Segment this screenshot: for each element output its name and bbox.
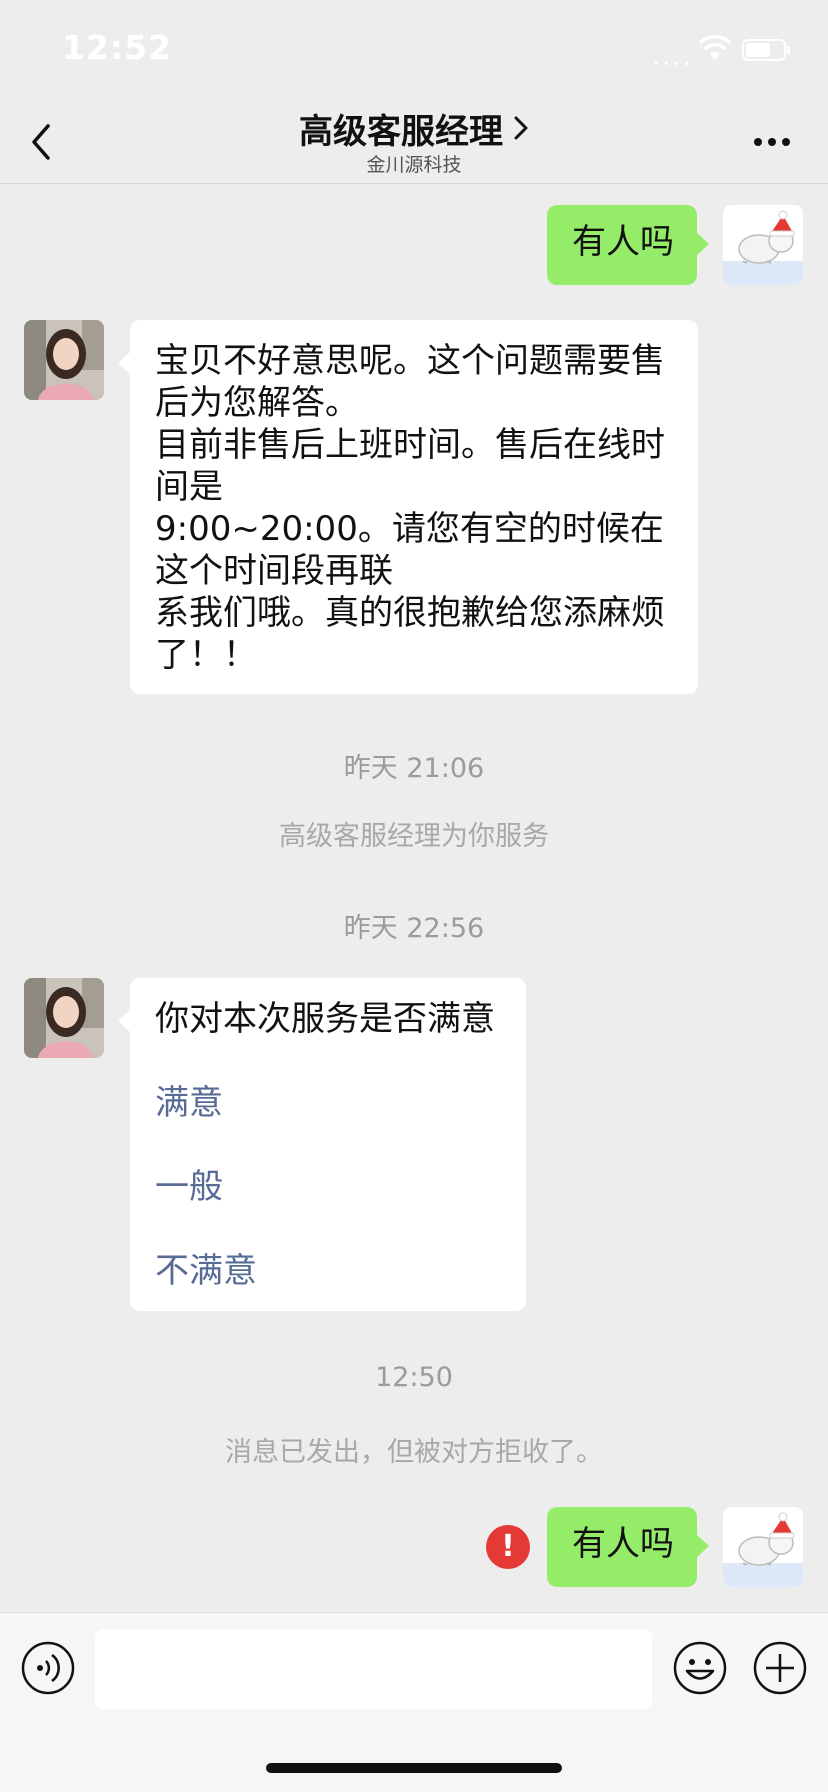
chevron-right-icon xyxy=(514,116,528,140)
message-line: 后为您解答。 xyxy=(155,383,359,423)
error-icon[interactable]: ! xyxy=(486,1525,530,1569)
message-line: 宝贝不好意思呢。这个问题需要售 xyxy=(155,341,665,381)
agent-photo-avatar-icon xyxy=(24,320,104,400)
message-line: 9:00~20:00。请您有空的时候在 xyxy=(155,509,664,549)
survey-option-unsatisfied[interactable]: 不满意 xyxy=(155,1250,501,1292)
chat-subtitle: 金川源科技 xyxy=(366,154,462,176)
nav-bar: 高级客服经理 金川源科技 xyxy=(0,100,828,184)
self-avatar[interactable] xyxy=(723,1507,803,1587)
message-line: 间是 xyxy=(155,467,223,507)
status-time: 12:52 xyxy=(62,28,173,67)
message-text: 有人吗 xyxy=(572,222,674,262)
chat-title: 高级客服经理 xyxy=(299,112,503,152)
survey-option-satisfied[interactable]: 满意 xyxy=(155,1082,501,1124)
message-line: 了！！ xyxy=(155,635,257,675)
signal-icon: .... xyxy=(652,42,694,72)
self-message-bubble[interactable]: 有人吗 xyxy=(547,1507,709,1587)
survey-message-bubble: 你对本次服务是否满意 满意 一般 不满意 xyxy=(118,978,526,1311)
service-avatar[interactable] xyxy=(24,978,104,1058)
plus-icon[interactable] xyxy=(752,1640,808,1696)
message-text: 有人吗 xyxy=(572,1524,674,1564)
emoji-icon[interactable] xyxy=(672,1640,728,1696)
service-message-bubble[interactable]: 宝贝不好意思呢。这个问题需要售 后为您解答。 目前非售后上班时间。售后在线时 间… xyxy=(118,320,698,694)
survey-question: 你对本次服务是否满意 xyxy=(155,999,495,1039)
wifi-icon xyxy=(698,35,732,60)
agent-photo-avatar-icon xyxy=(24,978,104,1058)
battery-icon xyxy=(742,39,790,61)
message-line: 这个时间段再联 xyxy=(155,551,393,591)
home-indicator xyxy=(266,1763,562,1773)
voice-icon[interactable] xyxy=(20,1640,76,1696)
timestamp: 昨天 22:56 xyxy=(343,913,485,944)
message-line: 系我们哦。真的很抱歉给您添麻烦 xyxy=(155,593,665,633)
chat-title-button[interactable]: 高级客服经理 xyxy=(0,104,828,153)
cartoon-sheep-avatar-icon xyxy=(723,1507,803,1587)
message-input[interactable] xyxy=(95,1629,652,1709)
cartoon-sheep-avatar-icon xyxy=(723,205,803,285)
timestamp: 昨天 21:06 xyxy=(343,753,485,784)
survey-option-average[interactable]: 一般 xyxy=(155,1166,501,1208)
service-avatar[interactable] xyxy=(24,320,104,400)
more-dots-icon[interactable] xyxy=(752,136,792,148)
system-notice-rejected: 消息已发出，但被对方拒收了。 xyxy=(225,1437,603,1468)
self-avatar[interactable] xyxy=(723,205,803,285)
message-line: 目前非售后上班时间。售后在线时 xyxy=(155,425,665,465)
timestamp: 12:50 xyxy=(375,1362,453,1393)
status-bar: 12:52 .... xyxy=(0,0,828,100)
self-message-bubble[interactable]: 有人吗 xyxy=(547,205,709,285)
system-notice: 高级客服经理为你服务 xyxy=(279,821,549,852)
